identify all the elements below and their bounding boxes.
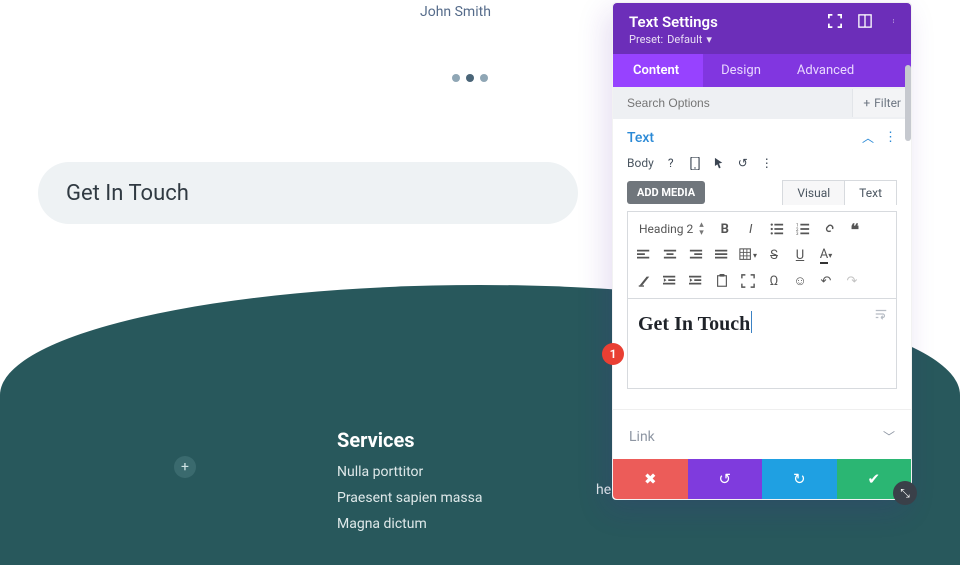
help-icon[interactable]: ?	[664, 156, 678, 170]
text-settings-panel: Text Settings Preset: Default ▾ Content …	[612, 2, 912, 500]
editor-tab-visual[interactable]: Visual	[782, 180, 844, 205]
action-bar: ✖ ↺ ↻ ✔	[613, 459, 911, 499]
services-item[interactable]: Nulla porttitor	[337, 464, 482, 480]
global-undo-button[interactable]: ↺	[688, 459, 763, 499]
body-label: Body	[627, 156, 654, 170]
bold-button[interactable]: B	[715, 219, 735, 239]
body-controls: Body ? ↺ ⋮	[613, 150, 911, 176]
reset-icon[interactable]: ↺	[736, 156, 750, 170]
panel-tabs: Content Design Advanced	[613, 54, 911, 87]
body-more-icon[interactable]: ⋮	[760, 156, 774, 170]
editor-tab-text[interactable]: Text	[844, 180, 897, 205]
rich-text-toolbar: Heading 2 ▴▾ B I 123 ❝ ▾ S U A▾ Ω	[627, 211, 897, 299]
focus-icon[interactable]	[827, 13, 843, 29]
align-center-button[interactable]	[660, 245, 680, 265]
blockquote-button[interactable]: ❝	[845, 219, 865, 239]
tab-design[interactable]: Design	[703, 54, 779, 87]
add-media-button[interactable]: ADD MEDIA	[627, 181, 705, 204]
wrap-icon[interactable]	[872, 305, 890, 323]
align-left-button[interactable]	[634, 245, 654, 265]
section-link-header[interactable]: Link ﹀	[613, 409, 911, 459]
rich-text-editor[interactable]: Get In Touch	[627, 299, 897, 389]
outdent-button[interactable]	[660, 271, 680, 291]
scrollbar-thumb[interactable]	[905, 65, 911, 141]
section-more-icon[interactable]: ⋮	[884, 130, 897, 145]
panel-header[interactable]: Text Settings Preset: Default ▾	[613, 3, 911, 54]
link-button[interactable]	[819, 219, 839, 239]
ordered-list-button[interactable]: 123	[793, 219, 813, 239]
global-redo-button[interactable]: ↻	[762, 459, 837, 499]
align-right-button[interactable]	[686, 245, 706, 265]
tab-advanced[interactable]: Advanced	[779, 54, 872, 87]
italic-button[interactable]: I	[741, 219, 761, 239]
panel-preset[interactable]: Preset: Default ▾	[629, 33, 895, 46]
slider-dot-active[interactable]	[466, 74, 474, 82]
chevron-down-icon: ▾	[706, 33, 712, 46]
more-icon[interactable]	[887, 13, 903, 29]
slider-dots[interactable]	[452, 74, 488, 82]
resize-handle[interactable]: ⤡	[893, 481, 917, 505]
emoji-button[interactable]: ☺	[790, 271, 810, 291]
filter-button[interactable]: +Filter	[852, 89, 911, 117]
annotation-badge-1: 1	[602, 343, 624, 365]
indent-button[interactable]	[686, 271, 706, 291]
services-heading: Services	[337, 428, 482, 452]
tablet-icon[interactable]	[688, 156, 702, 170]
preset-value: Default	[667, 33, 702, 46]
special-char-button[interactable]: Ω	[764, 271, 784, 291]
section-text-title: Text	[627, 130, 654, 146]
editor-content[interactable]: Get In Touch	[638, 311, 886, 336]
text-color-button[interactable]: A▾	[816, 245, 836, 265]
columns-icon[interactable]	[857, 13, 873, 29]
undo-button[interactable]: ↶	[816, 271, 836, 291]
redo-button[interactable]: ↷	[842, 271, 862, 291]
section-text-header[interactable]: Text ︿ ⋮	[613, 119, 911, 150]
strikethrough-button[interactable]: S	[764, 245, 784, 265]
table-button[interactable]: ▾	[738, 245, 758, 265]
testimonial-author: John Smith	[420, 4, 491, 20]
collapse-icon[interactable]: ︿	[862, 129, 874, 146]
section-link-title: Link	[629, 429, 655, 445]
search-input[interactable]	[613, 87, 852, 119]
cancel-button[interactable]: ✖	[613, 459, 688, 499]
heading-text-module[interactable]: Get In Touch	[38, 162, 578, 224]
chevron-down-icon: ﹀	[883, 428, 895, 445]
fullscreen-button[interactable]	[738, 271, 758, 291]
slider-dot[interactable]	[480, 74, 488, 82]
heading-dropdown[interactable]: Heading 2 ▴▾	[634, 220, 709, 238]
preset-label: Preset:	[629, 33, 663, 46]
paste-text-button[interactable]	[712, 271, 732, 291]
media-row: ADD MEDIA Visual Text	[613, 176, 911, 211]
svg-text:3: 3	[796, 232, 799, 236]
align-justify-button[interactable]	[712, 245, 732, 265]
services-item[interactable]: Magna dictum	[337, 516, 482, 532]
services-column: Services Nulla porttitor Praesent sapien…	[337, 428, 482, 542]
underline-button[interactable]: U	[790, 245, 810, 265]
tab-content[interactable]: Content	[613, 54, 703, 87]
search-bar: +Filter	[613, 87, 911, 119]
clear-format-button[interactable]	[634, 271, 654, 291]
slider-dot[interactable]	[452, 74, 460, 82]
bullet-list-button[interactable]	[767, 219, 787, 239]
add-module-button[interactable]: +	[174, 456, 196, 478]
services-item[interactable]: Praesent sapien massa	[337, 490, 482, 506]
hover-icon[interactable]	[712, 156, 726, 170]
